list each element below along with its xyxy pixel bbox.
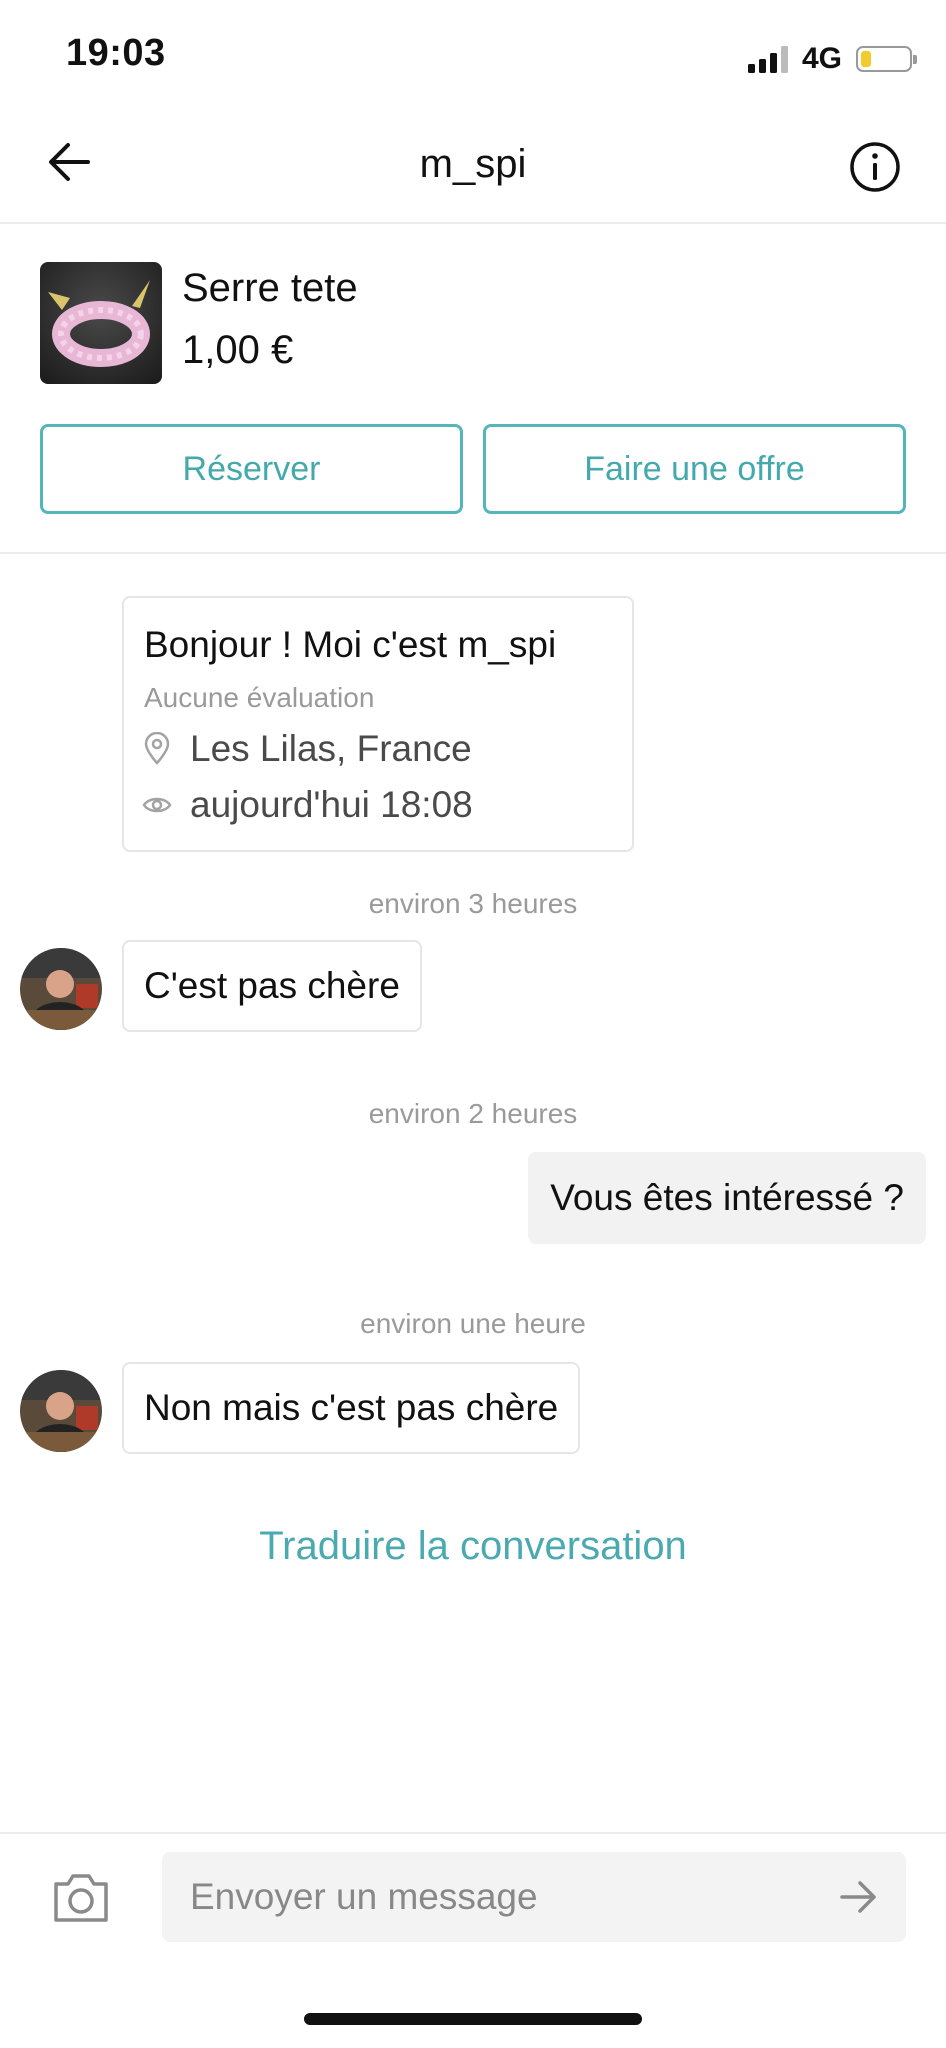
conversation-title: m_spi: [419, 142, 527, 186]
camera-button[interactable]: [50, 1870, 112, 1926]
product-price: 1,00 €: [182, 328, 294, 372]
eye-icon: [142, 797, 172, 813]
send-arrow-icon: [840, 1881, 876, 1913]
profile-last-seen: aujourd'hui 18:08: [190, 784, 473, 825]
product-title: Serre tete: [182, 266, 358, 310]
status-time: 19:03: [66, 32, 166, 74]
info-button[interactable]: [848, 140, 902, 194]
headband-image: [40, 262, 162, 384]
network-type: 4G: [801, 42, 842, 75]
seller-avatar[interactable]: [20, 1370, 102, 1452]
composer-divider: [0, 1832, 946, 1834]
profile-rating: Aucune évaluation: [144, 682, 375, 713]
make-offer-button[interactable]: Faire une offre: [483, 424, 906, 514]
message-timestamp: environ 3 heures: [368, 888, 578, 919]
seller-avatar[interactable]: [20, 948, 102, 1030]
send-button[interactable]: [836, 1874, 882, 1920]
cellular-signal-icon: [747, 45, 788, 73]
product-divider: [0, 552, 946, 554]
info-circle-icon: [850, 142, 900, 192]
avatar-photo: [20, 1370, 102, 1452]
reserve-button[interactable]: Réserver: [40, 424, 463, 514]
camera-icon: [54, 1874, 108, 1922]
message-input[interactable]: [162, 1852, 906, 1942]
avatar-photo: [20, 948, 102, 1030]
profile-location: Les Lilas, France: [190, 728, 472, 769]
profile-last-seen-row: aujourd'hui 18:08: [142, 784, 473, 826]
product-thumbnail[interactable]: [40, 262, 162, 384]
location-pin-icon: [144, 732, 170, 765]
outgoing-message-bubble: Vous êtes intéressé ?: [528, 1152, 926, 1244]
message-timestamp: environ une heure: [360, 1308, 586, 1339]
status-indicators: 4G: [747, 40, 917, 78]
seller-profile-card[interactable]: Bonjour ! Moi c'est m_spi Aucune évaluat…: [122, 596, 634, 852]
incoming-message-bubble: C'est pas chère: [122, 940, 422, 1032]
header-divider: [0, 222, 946, 224]
message-timestamp: environ 2 heures: [368, 1098, 578, 1129]
profile-greeting: Bonjour ! Moi c'est m_spi: [144, 624, 557, 665]
home-indicator[interactable]: [304, 2013, 642, 2025]
battery-icon: [856, 46, 917, 72]
profile-location-row: Les Lilas, France: [142, 728, 472, 770]
incoming-message-bubble: Non mais c'est pas chère: [122, 1362, 581, 1454]
translate-conversation-link[interactable]: Traduire la conversation: [0, 1524, 946, 1569]
